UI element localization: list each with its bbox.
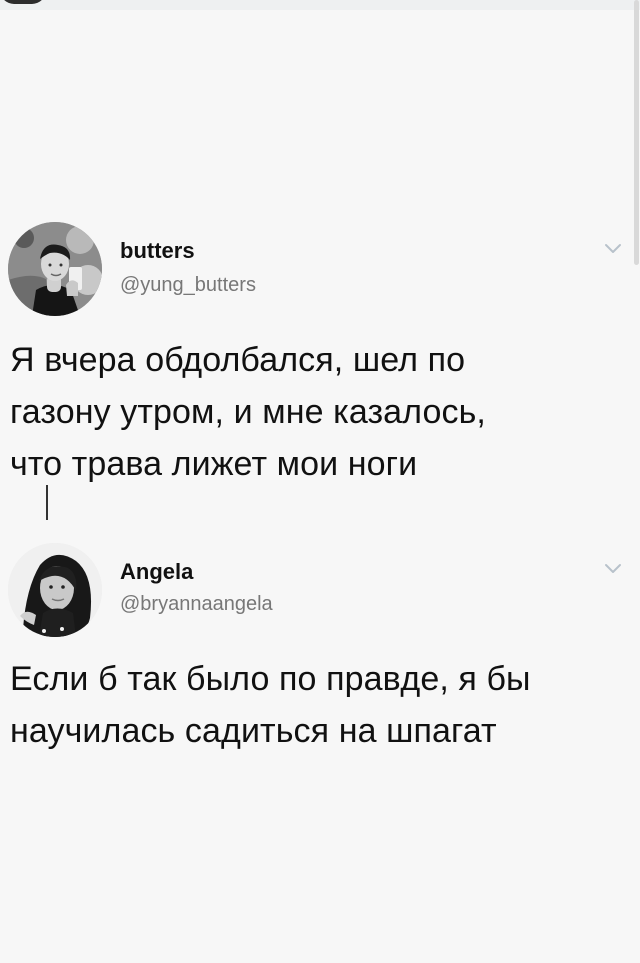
tweet-text-line: газону утром, и мне казалось, (10, 393, 486, 431)
user-handle[interactable]: @yung_butters (120, 274, 256, 297)
top-screen-strip (0, 0, 640, 10)
display-name[interactable]: Angela (120, 559, 193, 585)
tweet-text-line: Если б так было по правде, я бы (10, 660, 531, 698)
chevron-down-icon[interactable] (602, 557, 624, 579)
reply-thread-line (46, 485, 48, 520)
tweet-text-line: что трава лижет мои ноги (10, 445, 418, 483)
profile-photo-icon (8, 543, 102, 637)
avatar[interactable] (8, 543, 102, 637)
user-handle[interactable]: @bryannaangela (120, 593, 273, 616)
display-name[interactable]: butters (120, 238, 195, 264)
tweet-text-line: научилась садиться на шпагат (10, 712, 497, 750)
tweet-text: Если б так было по правде, я бы научилас… (10, 653, 620, 757)
chevron-down-icon[interactable] (602, 237, 624, 259)
tweet-text: Я вчера обдолбался, шел по газону утром,… (10, 334, 620, 490)
scrollbar[interactable] (634, 0, 639, 265)
profile-photo-icon (8, 222, 102, 316)
avatar[interactable] (8, 222, 102, 316)
tweet-text-line: Я вчера обдолбался, шел по (10, 341, 466, 379)
